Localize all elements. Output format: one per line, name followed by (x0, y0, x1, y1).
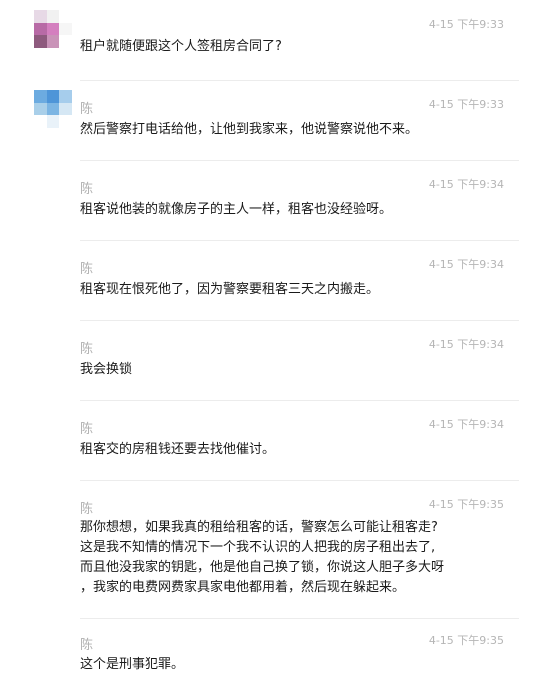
user-avatar[interactable] (34, 90, 72, 128)
message-text: 租客说他装的就像房子的主人一样，租客也没经验呀。 (80, 202, 393, 217)
sender-name[interactable]: 陈 (80, 178, 93, 197)
message-timestamp: 4-15 下午9:34 (428, 338, 504, 351)
message-timestamp: 4-15 下午9:33 (428, 18, 504, 31)
user-avatar[interactable] (34, 10, 72, 48)
sender-name[interactable]: 陈 (80, 258, 93, 277)
avatar-pixel (59, 102, 72, 116)
divider (80, 320, 519, 321)
avatar-pixel (34, 22, 47, 36)
sender-name[interactable]: 陈 (80, 98, 93, 117)
avatar-pixel (59, 22, 72, 36)
message-timestamp: 4-15 下午9:35 (428, 634, 504, 647)
message-timestamp: 4-15 下午9:34 (428, 258, 504, 271)
message-timestamp: 4-15 下午9:34 (428, 418, 504, 431)
message-timestamp: 4-15 下午9:35 (428, 498, 504, 511)
sender-name[interactable]: 陈 (80, 418, 93, 437)
avatar-pixel (34, 90, 47, 103)
message-timestamp: 4-15 下午9:33 (428, 98, 504, 111)
avatar-pixel (46, 102, 60, 116)
sender-name[interactable]: 陈 (80, 634, 93, 653)
avatar-pixel (46, 10, 60, 23)
message-text: 然后警察打电话给他，让他到我家来，他说警察说他不来。 (80, 122, 419, 137)
message-line: 那你想想，如果我真的租给租客的话，警察怎么可能让租客走? (80, 520, 438, 535)
message-text: 那你想想，如果我真的租给租客的话，警察怎么可能让租客走? 这是我不知情的情况下一… (80, 518, 510, 598)
avatar-pixel (34, 35, 47, 48)
avatar-pixel (34, 102, 47, 116)
divider (80, 618, 519, 619)
avatar-pixel (59, 10, 72, 23)
divider (80, 80, 519, 81)
message-line: ，我家的电费网费家具家电他都用着，然后现在躲起来。 (80, 580, 406, 595)
avatar-pixel (59, 115, 72, 128)
avatar-pixel (59, 90, 72, 103)
message-text: 这个是刑事犯罪。 (80, 657, 185, 672)
message-text: 租客现在恨死他了，因为警察要租客三天之内搬走。 (80, 282, 380, 297)
divider (80, 400, 519, 401)
avatar-pixel (59, 35, 72, 48)
divider (80, 240, 519, 241)
avatar-pixel (46, 22, 60, 36)
avatar-pixel (46, 115, 60, 128)
avatar-pixel (46, 90, 60, 103)
message-text: 租客交的房租钱还要去找他催讨。 (80, 442, 276, 457)
sender-name[interactable]: 陈 (80, 338, 93, 357)
message-text: 我会换锁 (80, 362, 133, 377)
message-timestamp: 4-15 下午9:34 (428, 178, 504, 191)
avatar-pixel (34, 115, 47, 128)
divider (80, 480, 519, 481)
avatar-pixel (46, 35, 60, 48)
message-line: 而且他没我家的钥匙，他是他自己换了锁，你说这人胆子多大呀 (80, 560, 445, 575)
divider (80, 160, 519, 161)
sender-name[interactable]: 陈 (80, 498, 93, 517)
message-text: 租户就随便跟这个人签租房合同了? (80, 39, 282, 54)
avatar-pixel (34, 10, 47, 23)
message-line: 这是我不知情的情况下一个我不认识的人把我的房子租出去了, (80, 540, 436, 555)
